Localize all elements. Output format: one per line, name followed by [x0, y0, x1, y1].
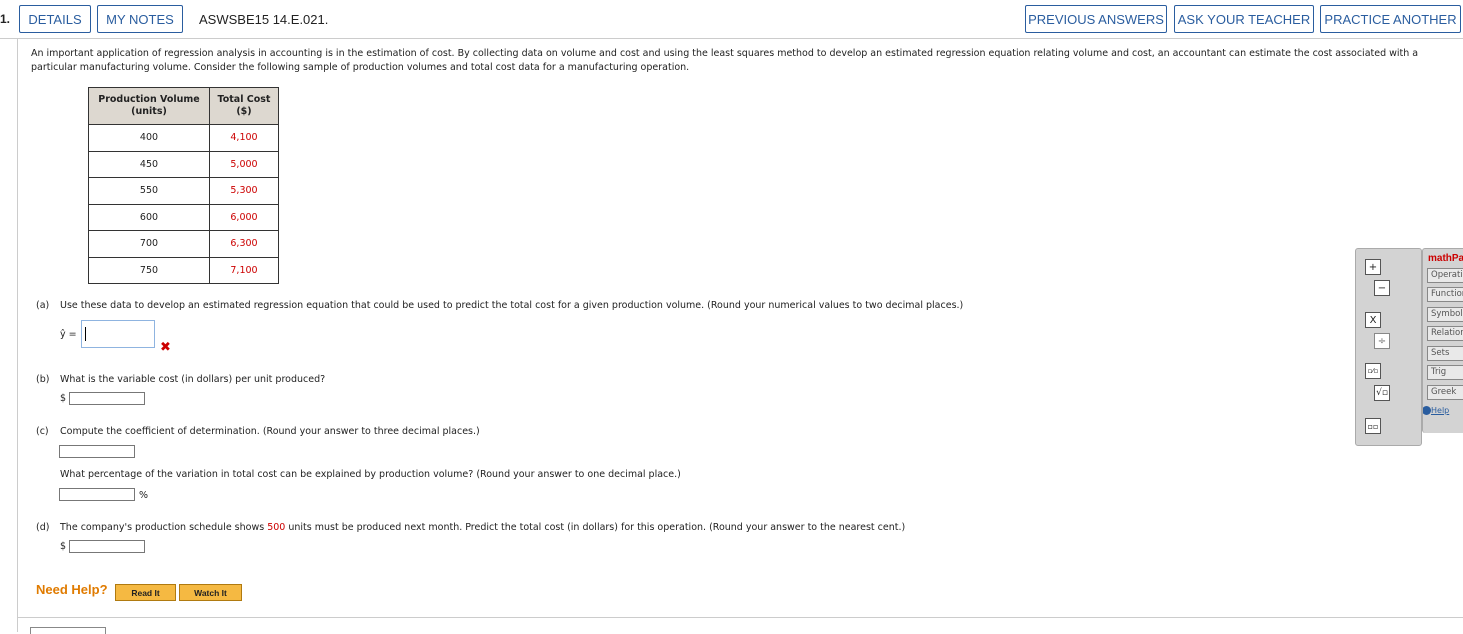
- tab-greek[interactable]: Greek: [1427, 385, 1463, 400]
- volume-cell: 600: [88, 203, 210, 231]
- minus-icon[interactable]: −: [1374, 280, 1390, 296]
- multiply-icon[interactable]: X: [1365, 312, 1381, 328]
- incorrect-icon: ✖: [160, 340, 171, 355]
- cost-cell: 7,100: [209, 256, 279, 284]
- content-border: [17, 38, 18, 632]
- text-cursor: [85, 327, 86, 341]
- coefficient-determination-input[interactable]: [59, 445, 135, 458]
- mathpad-title: mathPad: [1428, 253, 1463, 264]
- cost-cell: 5,300: [209, 177, 279, 205]
- cost-cell: 6,300: [209, 230, 279, 258]
- previous-answers-button[interactable]: PREVIOUS ANSWERS: [1025, 5, 1167, 33]
- part-c-percentage-question: What percentage of the variation in tota…: [60, 469, 681, 480]
- table-row: 450 5,000: [88, 150, 279, 178]
- part-d-text-before: The company's production schedule shows: [60, 522, 268, 533]
- total-cost-prediction-input[interactable]: [69, 540, 145, 553]
- volume-header-title: Production Volume: [98, 94, 200, 105]
- table-row: 400 4,100: [88, 124, 279, 152]
- table-row: 750 7,100: [88, 256, 279, 284]
- tab-functions[interactable]: Functions: [1427, 287, 1463, 302]
- math-palette: + − X ÷ ▫⁄▫ √▫ ▫▫: [1355, 248, 1422, 446]
- part-c-question: Compute the coefficient of determination…: [60, 426, 480, 437]
- dollar-sign: $: [60, 541, 67, 552]
- dollar-sign: $: [60, 393, 67, 404]
- part-d-label: (d): [36, 522, 50, 533]
- volume-cell: 700: [88, 230, 210, 258]
- part-b-question: What is the variable cost (in dollars) p…: [60, 374, 326, 385]
- variable-cost-input[interactable]: [69, 392, 145, 405]
- volume-cell: 550: [88, 177, 210, 205]
- mathpad-panel: mathPad Operations Functions Symbols Rel…: [1422, 248, 1463, 433]
- part-a-label: (a): [36, 300, 50, 311]
- tab-relations[interactable]: Relations: [1427, 326, 1463, 341]
- tab-operations[interactable]: Operations: [1427, 268, 1463, 283]
- cost-header-title: Total Cost: [217, 94, 271, 105]
- cost-header-unit: ($): [236, 106, 252, 117]
- data-table: Production Volume (units) Total Cost ($) 4…: [88, 87, 279, 284]
- read-it-button[interactable]: Read It: [115, 584, 176, 601]
- table-row: 550 5,300: [88, 177, 279, 205]
- percent-sign: %: [139, 490, 149, 501]
- volume-header: Production Volume (units): [88, 87, 210, 125]
- table-row: 700 6,300: [88, 230, 279, 258]
- plus-icon[interactable]: +: [1365, 259, 1381, 275]
- cost-cell: 5,000: [209, 150, 279, 178]
- part-d-text-after: units must be produced next month. Predi…: [285, 522, 906, 533]
- tab-sets[interactable]: Sets: [1427, 346, 1463, 361]
- ask-teacher-button[interactable]: ASK YOUR TEACHER: [1174, 5, 1314, 33]
- part-c-label: (c): [36, 426, 49, 437]
- cost-header: Total Cost ($): [209, 87, 279, 125]
- part-d-question: The company's production schedule shows …: [60, 522, 905, 533]
- yhat-label: ŷ =: [60, 329, 77, 340]
- problem-intro: An important application of regression a…: [31, 48, 1419, 73]
- volume-cell: 400: [88, 124, 210, 152]
- part-b-label: (b): [36, 374, 50, 385]
- volume-header-unit: (units): [131, 106, 167, 117]
- watch-it-button[interactable]: Watch It: [179, 584, 242, 601]
- cost-cell: 4,100: [209, 124, 279, 152]
- part-d-highlight: 500: [267, 522, 286, 533]
- mathpad-help-link[interactable]: Help: [1431, 406, 1449, 415]
- footer-divider: [17, 617, 1463, 618]
- sqrt-icon[interactable]: √▫: [1374, 385, 1390, 401]
- practice-another-button[interactable]: PRACTICE ANOTHER: [1320, 5, 1461, 33]
- volume-cell: 750: [88, 256, 210, 284]
- table-row: 600 6,000: [88, 203, 279, 231]
- question-header: 1. DETAILS MY NOTES ASWSBE15 14.E.021. P…: [0, 0, 1463, 39]
- tab-symbols[interactable]: Symbols: [1427, 307, 1463, 322]
- tab-trig[interactable]: Trig: [1427, 365, 1463, 380]
- part-a-question: Use these data to develop an estimated r…: [60, 300, 964, 311]
- regression-equation-input[interactable]: [81, 320, 155, 348]
- divide-icon[interactable]: ÷: [1374, 333, 1390, 349]
- submit-button-edge[interactable]: [30, 627, 106, 634]
- cost-cell: 6,000: [209, 203, 279, 231]
- help-icon[interactable]: [1423, 406, 1431, 415]
- volume-cell: 450: [88, 150, 210, 178]
- question-number: 1.: [0, 12, 11, 26]
- percentage-input[interactable]: [59, 488, 135, 501]
- fraction-icon[interactable]: ▫⁄▫: [1365, 363, 1381, 379]
- my-notes-button[interactable]: MY NOTES: [97, 5, 183, 33]
- question-code: ASWSBE15 14.E.021.: [199, 12, 329, 27]
- power-icon[interactable]: ▫▫: [1365, 418, 1381, 434]
- details-button[interactable]: DETAILS: [19, 5, 91, 33]
- need-help-label: Need Help?: [36, 582, 108, 597]
